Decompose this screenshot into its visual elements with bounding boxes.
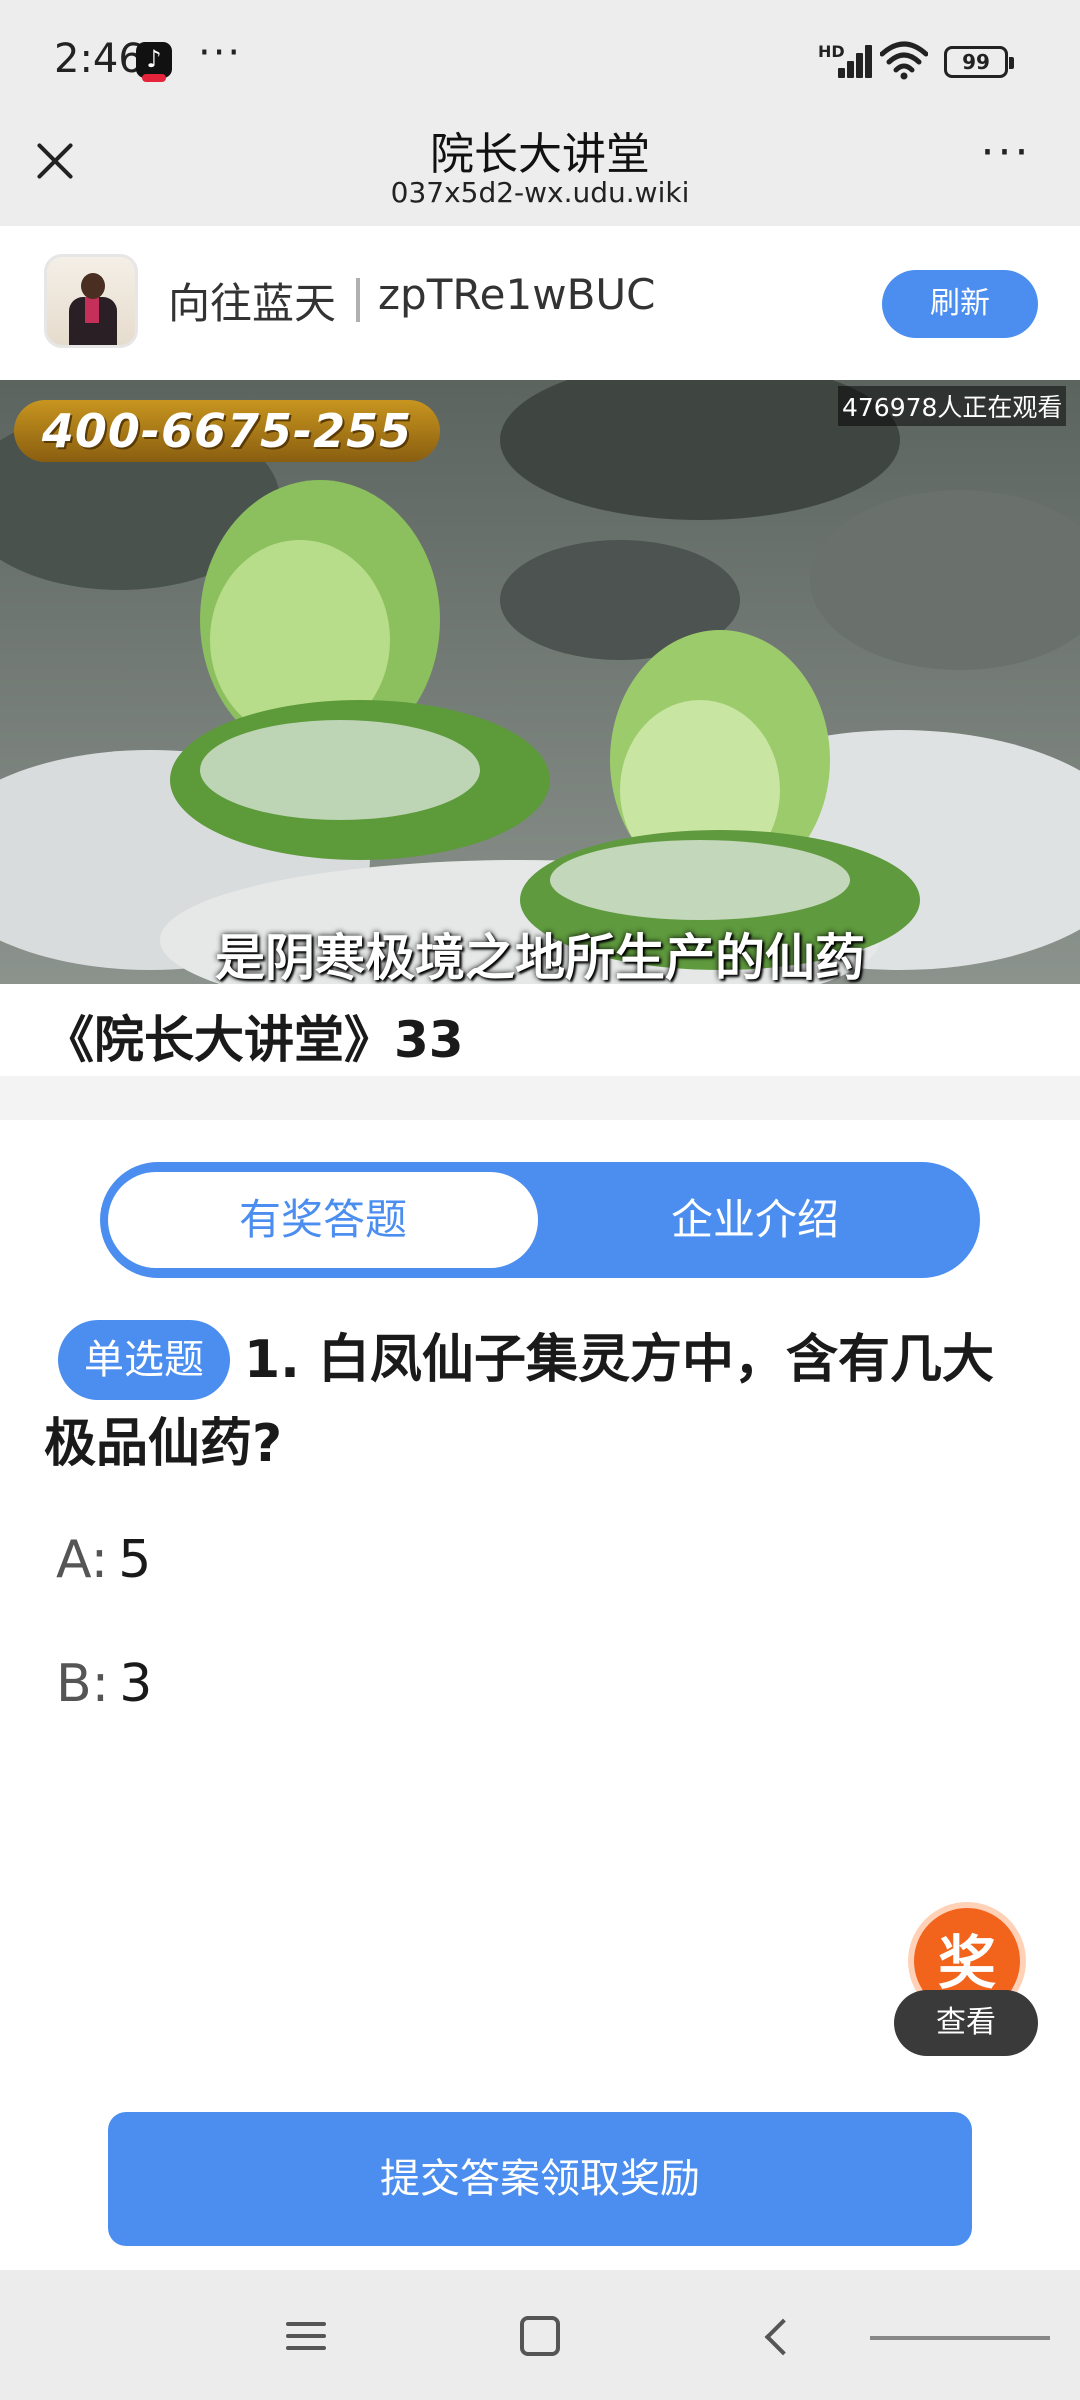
signal-icon — [824, 44, 872, 78]
section-divider — [0, 1076, 1080, 1120]
title-bar: 院长大讲堂 037x5d2-wx.udu.wiki ··· — [0, 118, 1080, 226]
question-type-badge: 单选题 — [58, 1320, 230, 1400]
phone-number: 400-6675-255 — [41, 404, 413, 458]
profile-id: zpTRe1wBUC — [378, 270, 656, 319]
tab-quiz[interactable]: 有奖答题 — [108, 1172, 538, 1268]
profile-name: 向往蓝天 — [168, 279, 337, 328]
avatar[interactable] — [44, 254, 138, 348]
option-key: B: — [56, 1654, 110, 1714]
question: 单选题 1. 白凤仙子集灵方中，含有几大极品仙药? — [44, 1318, 1044, 1486]
video-caption: 《院长大讲堂》33 — [44, 1011, 464, 1069]
video-caption-bar: 《院长大讲堂》33 — [0, 984, 1080, 1076]
status-time: 2:46 — [54, 36, 144, 82]
tab-switcher: 有奖答题 企业介绍 — [100, 1162, 980, 1278]
view-award-button[interactable]: 查看 — [894, 1990, 1038, 2056]
more-menu-button[interactable]: ··· — [976, 131, 1036, 178]
option-value: 5 — [118, 1530, 152, 1590]
option-a[interactable]: A: 5 — [56, 1530, 151, 1590]
tab-company-intro[interactable]: 企业介绍 — [540, 1172, 970, 1268]
nav-divider — [870, 2336, 1050, 2340]
back-icon[interactable] — [760, 2318, 792, 2358]
submit-answer-button[interactable]: 提交答案领取奖励 — [108, 2112, 972, 2246]
profile-row: 向往蓝天 zpTRe1wBUC 刷新 — [0, 226, 1080, 380]
video-frame-image — [0, 380, 1080, 984]
page-url: 037x5d2-wx.udu.wiki — [390, 176, 690, 209]
video-subtitle: 是阴寒极境之地所生产的仙药 — [215, 929, 865, 984]
status-bar: 2:46 ♪ ··· HD 99 — [0, 0, 1080, 118]
wifi-icon — [880, 41, 928, 80]
battery-icon: 99 — [944, 46, 1014, 78]
page-title: 院长大讲堂 — [430, 129, 650, 180]
option-b[interactable]: B: 3 — [56, 1654, 152, 1714]
status-more-icon: ··· — [198, 30, 243, 76]
home-icon[interactable] — [520, 2316, 560, 2356]
video-player[interactable]: 400-6675-255 476978人正在观看 是阴寒极境之地所生产的仙药 — [0, 380, 1080, 984]
option-value: 3 — [119, 1654, 153, 1714]
option-key: A: — [56, 1530, 109, 1590]
tiktok-notification-icon: ♪ — [136, 42, 172, 82]
profile-divider — [356, 278, 360, 322]
phone-banner: 400-6675-255 — [14, 400, 440, 462]
system-nav-bar — [0, 2270, 1080, 2400]
viewer-count: 476978人正在观看 — [838, 386, 1067, 426]
recent-apps-icon[interactable] — [286, 2318, 326, 2354]
refresh-button[interactable]: 刷新 — [882, 270, 1038, 338]
